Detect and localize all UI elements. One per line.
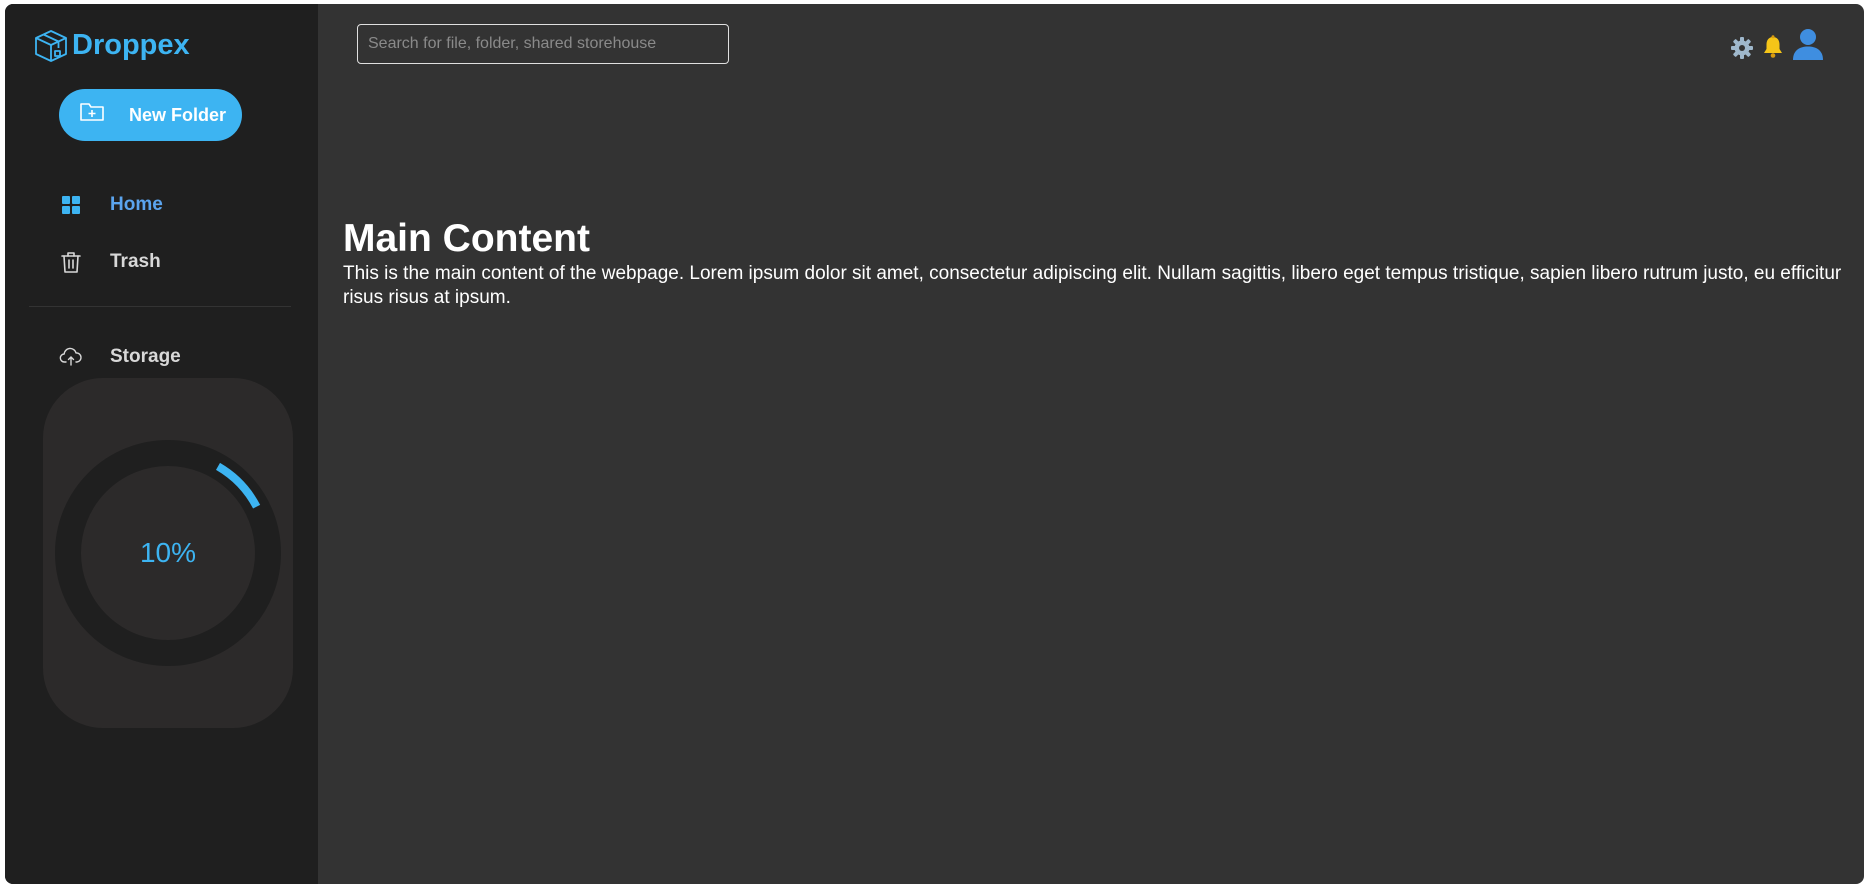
folder-plus-icon xyxy=(80,103,104,121)
storage-percent: 10% xyxy=(139,537,197,568)
header-actions xyxy=(1729,28,1826,62)
user-icon[interactable] xyxy=(1790,26,1826,62)
brand-logo[interactable]: Droppex xyxy=(32,26,190,64)
page-description: This is the main content of the webpage.… xyxy=(343,263,1842,308)
bell-icon[interactable] xyxy=(1760,34,1786,60)
sidebar: Droppex New Folder Home Trash Storage 10… xyxy=(5,4,318,884)
storage-card: 10% xyxy=(43,378,293,728)
sidebar-item-storage[interactable]: Storage xyxy=(59,345,181,369)
gear-icon[interactable] xyxy=(1729,35,1755,61)
grid-icon xyxy=(62,196,80,214)
sidebar-item-trash[interactable]: Trash xyxy=(59,250,161,274)
sidebar-item-home[interactable]: Home xyxy=(59,193,163,217)
trash-icon xyxy=(61,252,81,273)
app-window: Droppex New Folder Home Trash Storage 10… xyxy=(5,4,1864,884)
main-area: Main Content This is the main content of… xyxy=(318,4,1864,884)
brand-name: Droppex xyxy=(72,29,190,61)
box-icon xyxy=(35,30,67,62)
search-input[interactable] xyxy=(357,24,729,64)
page-title: Main Content xyxy=(343,217,590,260)
cloud-upload-icon xyxy=(59,347,82,366)
sidebar-item-label: Home xyxy=(110,194,163,215)
sidebar-item-label: Trash xyxy=(110,251,161,272)
new-folder-button[interactable]: New Folder xyxy=(59,89,242,141)
new-folder-label: New Folder xyxy=(129,104,227,125)
sidebar-item-label: Storage xyxy=(110,346,181,367)
sidebar-divider xyxy=(29,306,291,307)
